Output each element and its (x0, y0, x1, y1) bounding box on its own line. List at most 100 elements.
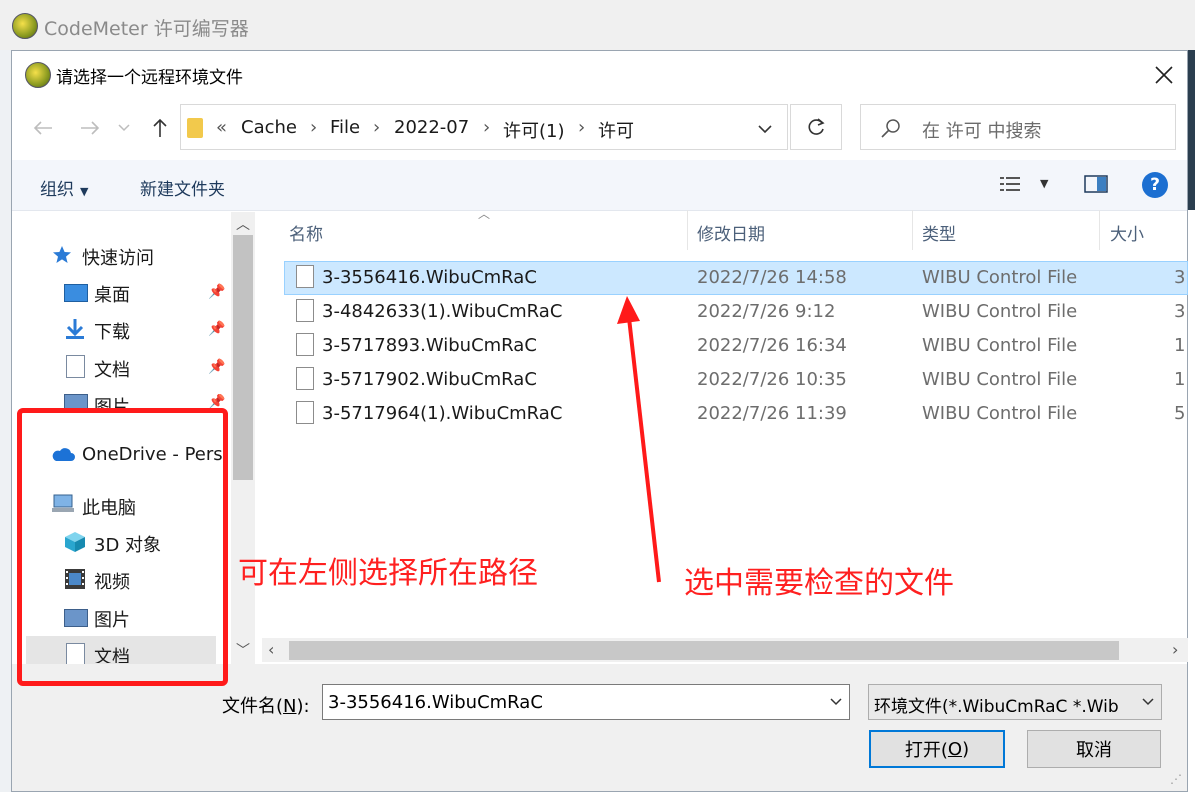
filetype-value: 环境文件(*.WibuCmRaC *.Wib (874, 697, 1119, 717)
refresh-icon (808, 118, 825, 135)
file-size: 3 (1174, 267, 1186, 288)
organize-label: 组织 (40, 180, 74, 200)
file-name: 3-5717964(1).WibuCmRaC (322, 403, 563, 424)
organize-menu-button[interactable]: 组织 ▼ (40, 175, 88, 200)
details-view-icon (1000, 177, 1020, 191)
file-date: 2022/7/26 11:39 (697, 403, 847, 424)
file-date: 2022/7/26 9:12 (697, 301, 836, 322)
column-divider[interactable] (1099, 210, 1100, 250)
folder-icon (187, 118, 203, 138)
file-size: 1 (1174, 335, 1186, 356)
column-divider[interactable] (912, 210, 913, 250)
address-separator: › (483, 117, 491, 138)
file-type: WIBU Control File (922, 369, 1078, 390)
dropdown-arrow-icon: ▼ (1040, 177, 1049, 190)
new-folder-button[interactable]: 新建文件夹 (140, 175, 225, 200)
file-date: 2022/7/26 14:58 (697, 267, 847, 288)
nav-item-desktop[interactable]: 桌面 (94, 281, 130, 307)
back-button[interactable] (28, 113, 58, 143)
chevron-down-icon (758, 124, 772, 133)
nav-item-documents[interactable]: 文档 (94, 356, 130, 382)
address-separator: › (578, 117, 586, 138)
column-header-size[interactable]: 大小 (1110, 220, 1144, 245)
address-separator: › (373, 117, 381, 138)
address-segment-cache[interactable]: Cache (241, 117, 297, 138)
address-separator: › (310, 117, 318, 138)
chevron-down-icon (1142, 698, 1154, 706)
annotation-arrow-icon (617, 296, 661, 583)
dialog-title: 请选择一个远程环境文件 (56, 68, 243, 88)
search-placeholder: 在 许可 中搜索 (922, 121, 1042, 142)
cancel-button[interactable]: 取消 (1027, 730, 1161, 768)
file-date: 2022/7/26 10:35 (697, 369, 847, 390)
nav-quick-access[interactable]: 快速访问 (82, 244, 154, 270)
up-arrow-icon (153, 118, 167, 137)
file-name: 3-5717893.WibuCmRaC (322, 335, 537, 356)
dropdown-arrow-icon: ▼ (80, 185, 89, 198)
file-size: 5 (1174, 403, 1186, 424)
address-overflow[interactable]: « (216, 117, 227, 138)
column-header-date[interactable]: 修改日期 (697, 220, 765, 245)
recent-locations-button[interactable] (113, 113, 135, 143)
file-name: 3-5717902.WibuCmRaC (322, 369, 537, 390)
file-size: 1 (1174, 369, 1186, 390)
close-button[interactable] (1146, 58, 1182, 92)
search-icon (881, 119, 900, 138)
file-type: WIBU Control File (922, 403, 1078, 424)
filetype-dropdown-button[interactable] (1138, 694, 1158, 710)
chevron-down-icon (118, 124, 130, 132)
chevron-down-icon (830, 698, 842, 706)
back-arrow-icon (33, 121, 52, 135)
address-segment-date[interactable]: 2022-07 (394, 117, 469, 138)
scroll-down-arrow-icon[interactable]: ﹀ (236, 640, 250, 660)
filename-label: 文件名(N): (222, 696, 310, 717)
document-icon (66, 355, 85, 378)
help-icon: ? (1150, 175, 1160, 195)
filename-dropdown-button[interactable] (826, 694, 846, 710)
file-icon (296, 367, 314, 390)
scroll-right-arrow-icon[interactable]: › (1172, 640, 1178, 659)
nav-pane-scroll-thumb[interactable] (233, 235, 253, 480)
column-header-type[interactable]: 类型 (922, 220, 956, 245)
view-options-button[interactable]: ▼ (998, 174, 1054, 196)
scroll-left-arrow-icon[interactable]: ‹ (268, 640, 274, 659)
scroll-up-arrow-icon[interactable]: ︿ (236, 214, 250, 234)
file-icon (296, 299, 314, 322)
help-button[interactable]: ? (1142, 172, 1168, 198)
address-segment-license[interactable]: 许可 (598, 117, 634, 143)
resize-grip-icon[interactable]: ⋰ (1170, 772, 1182, 786)
close-icon (1155, 66, 1173, 84)
forward-button[interactable] (75, 113, 105, 143)
pin-icon: 📌 (208, 394, 226, 408)
annotation-right-text: 选中需要检查的文件 (684, 566, 954, 601)
up-button[interactable] (145, 113, 175, 143)
address-segment-file[interactable]: File (330, 117, 360, 138)
file-list-hscroll-thumb[interactable] (289, 641, 1119, 660)
preview-pane-icon (1084, 175, 1108, 193)
address-dropdown-button[interactable] (752, 120, 778, 138)
star-icon (53, 246, 71, 263)
refresh-button[interactable] (790, 104, 842, 150)
file-name: 3-4842633(1).WibuCmRaC (322, 301, 563, 322)
file-icon (296, 333, 314, 356)
column-divider[interactable] (687, 210, 688, 250)
download-icon (66, 319, 84, 339)
forward-arrow-icon (81, 121, 100, 135)
pin-icon: 📌 (208, 284, 226, 300)
filename-value: 3-3556416.WibuCmRaC (328, 692, 543, 713)
file-type: WIBU Control File (922, 301, 1078, 322)
background-app-edge-right (1188, 50, 1195, 210)
preview-pane-button[interactable] (1084, 174, 1110, 196)
background-app-title: CodeMeter 许可编写器 (44, 18, 249, 40)
desktop-icon (64, 284, 88, 302)
dialog-app-icon (25, 62, 51, 88)
address-segment-license1[interactable]: 许可(1) (503, 117, 565, 143)
file-icon (296, 401, 314, 424)
open-button[interactable]: 打开(O) (869, 730, 1005, 768)
nav-item-downloads[interactable]: 下载 (94, 318, 130, 344)
file-icon (296, 265, 314, 288)
pin-icon: 📌 (208, 359, 226, 375)
column-header-name[interactable]: 名称 (289, 220, 323, 245)
annotation-left-text: 可在左侧选择所在路径 (238, 556, 538, 591)
file-type: WIBU Control File (922, 335, 1078, 356)
